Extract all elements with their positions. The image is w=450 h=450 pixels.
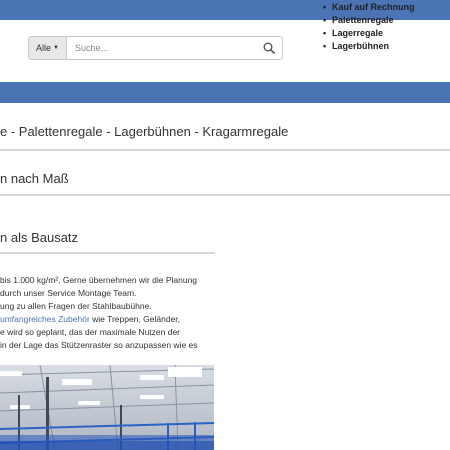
main-navigation-bar[interactable] — [0, 82, 450, 103]
usp-item: • Palettenregale — [323, 15, 394, 25]
warehouse-platform-photo — [0, 365, 214, 450]
chevron-down-icon: ▼ — [53, 45, 59, 51]
divider — [0, 149, 450, 151]
intro-paragraph: bis 1.000 kg/m². Gerne übernehmen wir di… — [0, 275, 198, 350]
divider — [0, 194, 450, 196]
section-title: n nach Maß — [0, 171, 69, 186]
usp-list: • Kauf auf Rechnung • Palettenregale • Lage… — [322, 1, 415, 53]
category-heading: e - Palettenregale - Lagerbühnen - Kraga… — [0, 124, 289, 139]
bullet-icon: • — [323, 41, 327, 51]
search-bar: Alle ▼ — [28, 36, 283, 60]
usp-item: • Kauf auf Rechnung — [323, 2, 415, 12]
usp-item: • Lagerregale — [323, 28, 384, 38]
accessories-link[interactable]: umfangreiches Zubehör — [0, 314, 90, 324]
category-dropdown[interactable]: Alle ▼ — [29, 37, 67, 59]
bullet-icon: • — [323, 28, 327, 38]
bullet-icon: • — [323, 2, 327, 12]
category-label: Alle — [36, 43, 52, 53]
bullet-icon: • — [323, 15, 327, 25]
usp-item: • Lagerbühnen — [323, 41, 390, 51]
divider — [0, 252, 215, 254]
section-title: n als Bausatz — [0, 230, 79, 245]
search-button[interactable] — [256, 37, 282, 59]
search-input[interactable] — [67, 37, 256, 59]
search-icon — [263, 42, 275, 54]
